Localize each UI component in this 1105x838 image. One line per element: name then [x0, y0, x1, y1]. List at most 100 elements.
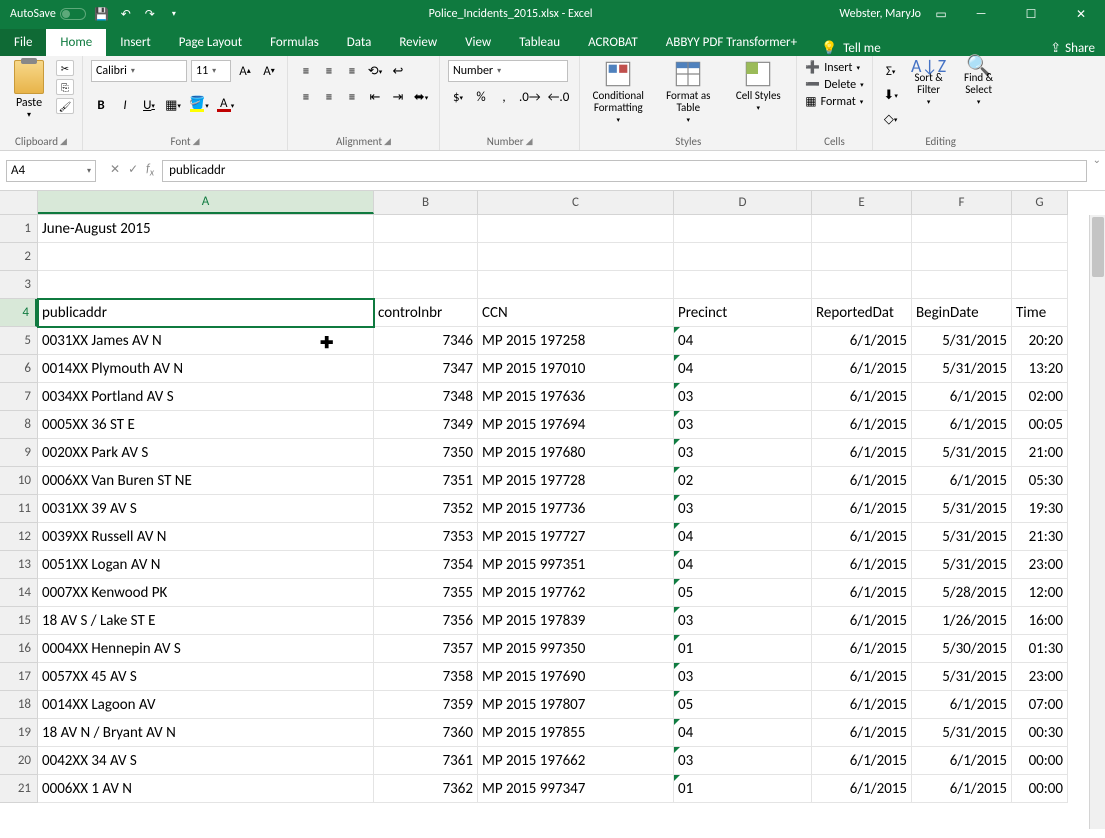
- undo-icon[interactable]: ↶: [118, 6, 134, 22]
- cell[interactable]: 0004XX Hennepin AV S: [38, 635, 374, 663]
- percent-button[interactable]: %: [471, 86, 491, 108]
- cell[interactable]: 05: [674, 691, 812, 719]
- cell[interactable]: MP 2015 197258: [478, 327, 674, 355]
- cell[interactable]: 5/31/2015: [912, 551, 1012, 579]
- cell[interactable]: 04: [674, 551, 812, 579]
- row-header-13[interactable]: 13: [0, 551, 37, 579]
- cell[interactable]: 0042XX 34 AV S: [38, 747, 374, 775]
- accounting-format-button[interactable]: $▾: [448, 86, 468, 108]
- cell[interactable]: 0039XX Russell AV N: [38, 523, 374, 551]
- cell[interactable]: 01:30: [1012, 635, 1068, 663]
- decrease-decimal-button[interactable]: ←.0: [546, 86, 572, 108]
- cell[interactable]: 6/1/2015: [812, 663, 912, 691]
- row-header-2[interactable]: 2: [0, 243, 37, 271]
- cell[interactable]: 5/31/2015: [912, 327, 1012, 355]
- font-color-button[interactable]: A▾: [215, 94, 237, 116]
- column-header-E[interactable]: E: [812, 191, 912, 214]
- worksheet-grid[interactable]: ABCDEFG 12345678910111213141516171819202…: [0, 191, 1105, 829]
- share-button[interactable]: ⇪ Share: [1040, 41, 1105, 56]
- row-header-5[interactable]: 5: [0, 327, 37, 355]
- row-headers[interactable]: 123456789101112131415161718192021: [0, 215, 38, 803]
- sort-filter-button[interactable]: A↓Z Sort & Filter▾: [907, 60, 951, 108]
- cell[interactable]: 00:30: [1012, 719, 1068, 747]
- number-format-combo[interactable]: Number▾: [448, 60, 568, 82]
- format-cells-button[interactable]: ▦Format▾: [805, 94, 863, 109]
- column-header-D[interactable]: D: [674, 191, 812, 214]
- row-header-16[interactable]: 16: [0, 635, 37, 663]
- tab-home[interactable]: Home: [46, 29, 106, 56]
- cell[interactable]: 20:20: [1012, 327, 1068, 355]
- cell[interactable]: 0005XX 36 ST E: [38, 411, 374, 439]
- cell[interactable]: 01: [674, 635, 812, 663]
- scroll-thumb[interactable]: [1092, 217, 1104, 277]
- cell[interactable]: [1012, 271, 1068, 299]
- cell[interactable]: 5/31/2015: [912, 439, 1012, 467]
- cell[interactable]: 6/1/2015: [912, 383, 1012, 411]
- border-button[interactable]: ▦▾: [163, 94, 183, 116]
- row-header-9[interactable]: 9: [0, 439, 37, 467]
- cell[interactable]: 03: [674, 383, 812, 411]
- cell[interactable]: [374, 215, 478, 243]
- tab-data[interactable]: Data: [333, 29, 386, 56]
- cell[interactable]: 21:30: [1012, 523, 1068, 551]
- find-select-button[interactable]: 🔍 Find & Select▾: [957, 60, 1001, 108]
- cell[interactable]: CCN: [478, 299, 674, 327]
- cell[interactable]: 03: [674, 495, 812, 523]
- redo-icon[interactable]: ↷: [142, 6, 158, 22]
- bold-button[interactable]: B: [91, 94, 111, 116]
- cell[interactable]: [812, 243, 912, 271]
- cell[interactable]: 03: [674, 439, 812, 467]
- cell[interactable]: 04: [674, 719, 812, 747]
- number-launcher-icon[interactable]: ◢: [526, 136, 533, 147]
- cell[interactable]: MP 2015 197839: [478, 607, 674, 635]
- cell[interactable]: [478, 215, 674, 243]
- cell[interactable]: 01: [674, 775, 812, 803]
- row-header-10[interactable]: 10: [0, 467, 37, 495]
- cell[interactable]: 0014XX Lagoon AV: [38, 691, 374, 719]
- tab-view[interactable]: View: [451, 29, 505, 56]
- cell[interactable]: ReportedDat: [812, 299, 912, 327]
- tab-tableau[interactable]: Tableau: [505, 29, 574, 56]
- cell[interactable]: 0006XX Van Buren ST NE: [38, 467, 374, 495]
- cell[interactable]: 0020XX Park AV S: [38, 439, 374, 467]
- increase-decimal-button[interactable]: .0→: [517, 86, 543, 108]
- cell[interactable]: 1/26/2015: [912, 607, 1012, 635]
- column-header-G[interactable]: G: [1012, 191, 1068, 214]
- decrease-font-button[interactable]: A▾: [259, 60, 279, 82]
- format-as-table-button[interactable]: Format as Table▾: [658, 60, 718, 126]
- fill-button[interactable]: ⬇▾: [881, 84, 901, 106]
- cell[interactable]: 6/1/2015: [812, 411, 912, 439]
- row-header-6[interactable]: 6: [0, 355, 37, 383]
- cell[interactable]: [478, 271, 674, 299]
- insert-cells-button[interactable]: ➕Insert▾: [805, 60, 860, 75]
- cell[interactable]: [374, 243, 478, 271]
- comma-button[interactable]: ,: [494, 86, 514, 108]
- close-button[interactable]: ✕: [1061, 0, 1101, 28]
- cell[interactable]: publicaddr: [38, 299, 374, 327]
- cell[interactable]: 21:00: [1012, 439, 1068, 467]
- cell[interactable]: 0051XX Logan AV N: [38, 551, 374, 579]
- decrease-indent-button[interactable]: ⇤: [365, 86, 385, 108]
- cell[interactable]: 6/1/2015: [812, 635, 912, 663]
- increase-font-button[interactable]: A▴: [235, 60, 255, 82]
- cell[interactable]: MP 2015 197636: [478, 383, 674, 411]
- tab-review[interactable]: Review: [385, 29, 451, 56]
- font-size-combo[interactable]: 11▾: [191, 60, 231, 82]
- cell[interactable]: MP 2015 197728: [478, 467, 674, 495]
- autosum-button[interactable]: Σ▾: [881, 60, 901, 82]
- cell[interactable]: 7357: [374, 635, 478, 663]
- cell[interactable]: 7358: [374, 663, 478, 691]
- row-header-11[interactable]: 11: [0, 495, 37, 523]
- cells-area[interactable]: June-August 2015publicaddrcontrolnbrCCNP…: [38, 215, 1068, 803]
- cell[interactable]: [912, 243, 1012, 271]
- cell[interactable]: 6/1/2015: [812, 467, 912, 495]
- cell[interactable]: 5/31/2015: [912, 495, 1012, 523]
- cell[interactable]: 5/31/2015: [912, 719, 1012, 747]
- tab-formulas[interactable]: Formulas: [256, 29, 333, 56]
- cell-styles-button[interactable]: Cell Styles▾: [728, 60, 788, 114]
- cell[interactable]: 7348: [374, 383, 478, 411]
- format-painter-button[interactable]: 🖌: [56, 98, 74, 114]
- cell[interactable]: 0057XX 45 AV S: [38, 663, 374, 691]
- conditional-formatting-button[interactable]: Conditional Formatting▾: [588, 60, 648, 126]
- copy-button[interactable]: ⎘: [56, 79, 74, 95]
